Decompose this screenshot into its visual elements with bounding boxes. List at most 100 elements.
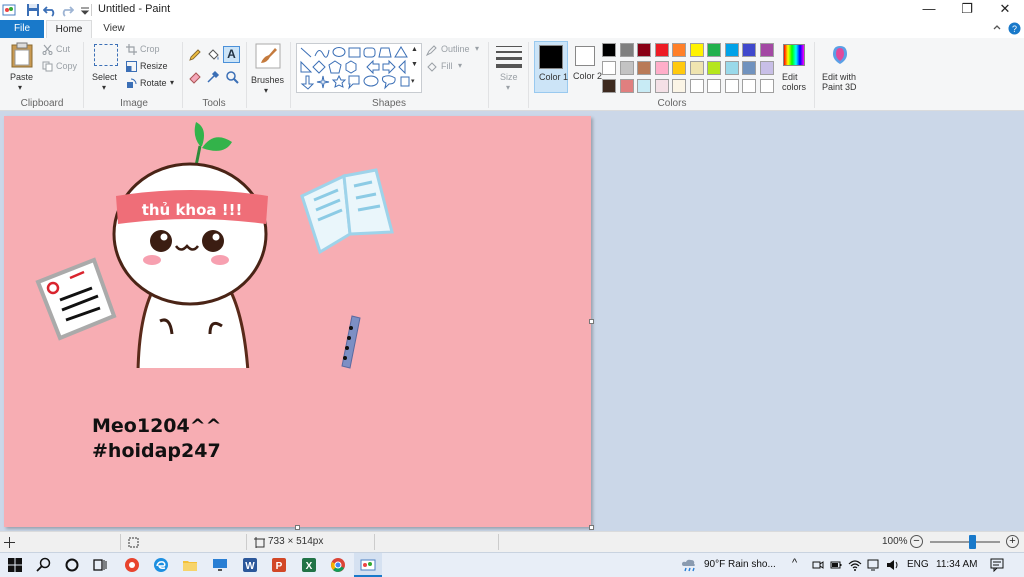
color2-selector[interactable]: Color 2 [571, 41, 602, 93]
palette-swatch[interactable] [759, 61, 774, 75]
customize-quick-access-chevron-icon[interactable] [78, 3, 92, 17]
cortana-icon[interactable] [64, 557, 80, 573]
undo-icon[interactable] [43, 3, 57, 17]
wifi-icon[interactable] [848, 559, 862, 571]
shapes-expand-icon[interactable]: ▾ [411, 77, 415, 85]
palette-swatch[interactable] [759, 43, 774, 57]
magnifier-icon[interactable] [225, 70, 239, 84]
select-button[interactable]: Select ▾ [90, 42, 120, 94]
zoom-slider-thumb[interactable] [968, 535, 976, 549]
crop-button[interactable]: Crop [140, 44, 160, 54]
save-icon[interactable] [26, 3, 40, 17]
drawing-canvas[interactable]: thủ khoa !!! [4, 116, 594, 530]
tab-home[interactable]: Home [46, 20, 92, 40]
palette-swatch[interactable] [707, 79, 721, 93]
powerpoint-icon[interactable]: P [271, 557, 287, 573]
zoom-slider[interactable] [930, 535, 1000, 549]
palette-swatch[interactable] [742, 61, 756, 75]
canvas-resize-handle-bottom[interactable] [295, 525, 300, 530]
fill-button[interactable]: Fill [441, 61, 453, 71]
palette-swatch[interactable] [637, 61, 651, 75]
collapse-ribbon-icon[interactable] [992, 23, 1002, 33]
fill-bucket-icon[interactable] [206, 48, 220, 62]
palette-swatch[interactable] [637, 43, 651, 57]
palette-swatch[interactable] [689, 79, 704, 93]
redo-icon[interactable] [60, 3, 74, 17]
clock-time[interactable]: 11:34 AM [936, 559, 978, 570]
brushes-button[interactable]: Brushes ▾ [250, 42, 286, 95]
volume-icon[interactable] [886, 559, 900, 571]
shapes-scroll-up-icon[interactable]: ▲ [411, 46, 418, 53]
canvas-resize-handle-corner[interactable] [589, 525, 594, 530]
chrome-icon[interactable] [330, 557, 346, 573]
paste-button[interactable]: Paste ▾ [8, 42, 36, 96]
monitor-icon[interactable] [212, 557, 228, 573]
app-icon-red[interactable] [124, 557, 140, 573]
help-icon[interactable]: ? [1008, 22, 1021, 35]
palette-swatch[interactable] [724, 61, 739, 75]
palette-swatch[interactable] [724, 79, 739, 93]
paint-app-icon[interactable] [2, 3, 16, 17]
palette-swatch[interactable] [742, 79, 756, 93]
shapes-gallery[interactable]: ▲ ▼ ▾ [296, 43, 422, 93]
palette-swatch[interactable] [619, 79, 634, 93]
word-icon[interactable]: W [242, 557, 258, 573]
tab-view[interactable]: View [94, 20, 134, 38]
input-language[interactable]: ENG [907, 559, 929, 570]
show-hidden-icons-chevron-icon[interactable]: ^ [792, 557, 797, 569]
weather-text[interactable]: 90°F Rain sho... [704, 559, 776, 570]
palette-swatch[interactable] [619, 43, 634, 57]
shapes-scroll-down-icon[interactable]: ▼ [411, 61, 418, 68]
palette-swatch[interactable] [672, 61, 686, 75]
palette-swatch[interactable] [707, 61, 721, 75]
file-explorer-icon[interactable] [182, 557, 198, 573]
palette-swatch[interactable] [602, 79, 616, 93]
palette-swatch[interactable] [602, 61, 616, 75]
palette-swatch[interactable] [654, 43, 669, 57]
palette-swatch[interactable] [637, 79, 651, 93]
edit-colors-button[interactable]: Edit colors [780, 42, 810, 94]
palette-swatch[interactable] [742, 43, 756, 57]
task-view-icon[interactable] [92, 557, 108, 573]
color-picker-icon[interactable] [206, 70, 220, 84]
search-icon[interactable] [36, 557, 52, 573]
zoom-out-button[interactable]: − [910, 535, 923, 548]
eraser-icon[interactable] [188, 70, 202, 84]
resize-button[interactable]: Resize [140, 61, 168, 71]
excel-icon[interactable]: X [301, 557, 317, 573]
minimize-button[interactable]: — [910, 0, 948, 20]
maximize-button[interactable]: ❐ [948, 0, 986, 20]
pencil-icon[interactable] [188, 48, 202, 62]
weather-rain-icon[interactable] [680, 557, 698, 573]
edge-browser-icon[interactable] [153, 557, 169, 573]
copy-button[interactable]: Copy [56, 61, 77, 71]
palette-swatch[interactable] [672, 43, 686, 57]
fill-dropdown-chevron-icon[interactable]: ▾ [458, 61, 462, 70]
battery-icon[interactable] [830, 559, 842, 571]
palette-swatch[interactable] [707, 43, 721, 57]
palette-swatch[interactable] [672, 79, 686, 93]
rotate-button[interactable]: Rotate [140, 78, 167, 88]
tab-file[interactable]: File [0, 20, 44, 38]
edit-with-paint3d-button[interactable]: Edit with Paint 3D [818, 42, 862, 94]
palette-swatch[interactable] [602, 43, 616, 57]
cut-button[interactable]: Cut [56, 44, 70, 54]
meet-now-icon[interactable] [812, 559, 824, 571]
palette-swatch[interactable] [759, 79, 774, 93]
size-button[interactable]: Size ▾ [494, 42, 524, 94]
palette-swatch[interactable] [724, 43, 739, 57]
rotate-dropdown-chevron-icon[interactable]: ▾ [170, 78, 174, 87]
palette-swatch[interactable] [689, 61, 704, 75]
windows-start-icon[interactable] [7, 557, 23, 573]
outline-button[interactable]: Outline [441, 44, 470, 54]
color1-selector[interactable]: Color 1 [534, 41, 568, 93]
paint-taskbar-button[interactable] [354, 553, 382, 577]
canvas-resize-handle-right[interactable] [589, 319, 594, 324]
close-button[interactable]: ✕ [986, 0, 1024, 20]
text-tool-icon[interactable]: A [223, 46, 240, 63]
outline-dropdown-chevron-icon[interactable]: ▾ [475, 44, 479, 53]
palette-swatch[interactable] [654, 79, 669, 93]
palette-swatch[interactable] [654, 61, 669, 75]
palette-swatch[interactable] [689, 43, 704, 57]
network-icon[interactable] [867, 559, 881, 571]
